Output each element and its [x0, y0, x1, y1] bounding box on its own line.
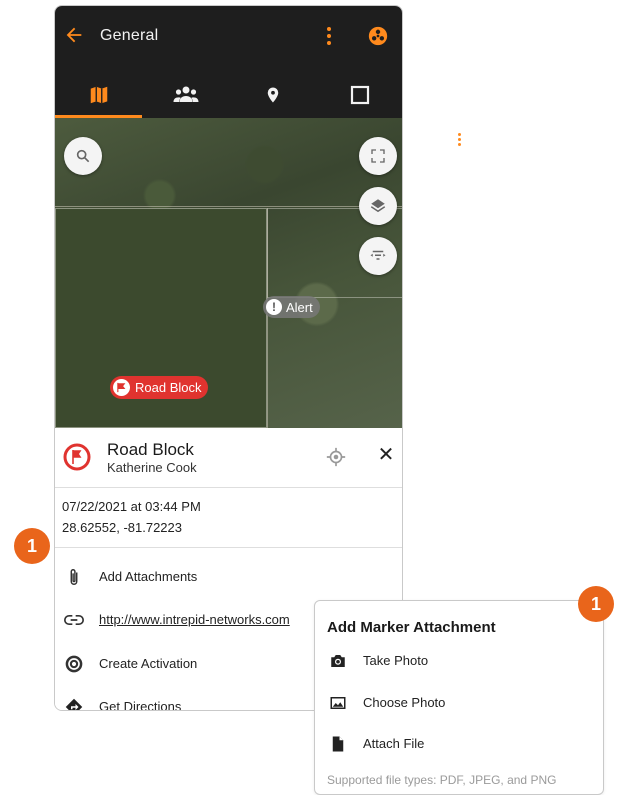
divider	[55, 547, 402, 548]
location-pin-icon	[267, 87, 278, 103]
road-block-marker-label: Road Block	[135, 380, 202, 395]
camera-icon	[331, 655, 345, 667]
tab-map[interactable]	[55, 72, 142, 118]
choose-photo-label: Choose Photo	[363, 695, 446, 710]
alert-marker[interactable]: ! Alert	[263, 296, 320, 318]
attach-file-option[interactable]: Attach File	[315, 729, 603, 759]
road	[267, 208, 268, 428]
tab-teams[interactable]	[142, 72, 229, 118]
people-icon	[173, 86, 198, 102]
arrow-left-icon[interactable]	[63, 24, 85, 46]
biohazard-icon[interactable]	[367, 25, 389, 47]
take-photo-option[interactable]: Take Photo	[315, 646, 603, 676]
tab-bar	[55, 72, 402, 118]
page-title: General	[100, 27, 159, 44]
locate-marker-icon[interactable]	[325, 446, 347, 468]
square-outline-icon	[350, 85, 369, 105]
map-search-button[interactable]	[64, 137, 102, 175]
more-vertical-icon	[456, 133, 462, 151]
map-fullscreen-button[interactable]	[359, 137, 397, 175]
get-directions-label: Get Directions	[99, 699, 182, 711]
file-icon	[332, 736, 344, 752]
map-layers-button[interactable]	[359, 187, 397, 225]
more-vertical-icon[interactable]	[323, 25, 335, 49]
supported-types-note: Supported file types: PDF, JPEG, and PNG	[327, 773, 557, 787]
website-link-label[interactable]: http://www.intrepid-networks.com	[99, 612, 290, 627]
fullscreen-icon	[371, 149, 385, 163]
tab-places[interactable]	[229, 72, 316, 118]
road-block-marker[interactable]: Road Block	[110, 376, 209, 399]
exclamation-icon: !	[266, 299, 282, 315]
create-activation-label: Create Activation	[99, 656, 198, 671]
image-icon	[330, 697, 346, 709]
alert-marker-label: Alert	[286, 299, 313, 315]
target-icon	[63, 653, 85, 675]
layers-icon	[370, 199, 386, 213]
map-view[interactable]: ! Alert	[55, 118, 402, 428]
marker-timestamp: 07/22/2021 at 03:44 PM	[62, 499, 201, 514]
road	[55, 206, 402, 207]
tab-areas[interactable]	[316, 72, 402, 118]
map-filter-button[interactable]	[359, 237, 397, 275]
dialog-title: Add Marker Attachment	[327, 619, 496, 636]
take-photo-label: Take Photo	[363, 653, 429, 668]
marker-header: Road Block Katherine Cook ✕	[55, 428, 402, 488]
add-attachments-button[interactable]: Add Attachments	[55, 559, 402, 593]
link-icon	[63, 609, 85, 631]
app-bar: General	[55, 6, 402, 118]
step-badge: 1	[14, 528, 50, 564]
choose-photo-option[interactable]: Choose Photo	[315, 688, 603, 718]
map-icon	[90, 86, 107, 104]
add-marker-attachment-dialog: Add Marker Attachment Take Photo Choose …	[314, 600, 604, 795]
filter-icon	[370, 250, 386, 260]
marker-title: Road Block	[107, 440, 194, 459]
add-attachments-label: Add Attachments	[99, 569, 198, 584]
toolbar: General	[55, 6, 402, 66]
step-badge: 1	[578, 586, 614, 622]
attach-file-label: Attach File	[363, 736, 425, 751]
road-block-icon	[113, 379, 130, 396]
directions-icon	[63, 696, 85, 710]
marker-author: Katherine Cook	[107, 460, 197, 475]
paperclip-icon	[63, 566, 85, 588]
road-block-icon	[63, 443, 91, 471]
search-icon	[76, 149, 90, 163]
marker-coordinates: 28.62552, -81.72223	[62, 520, 182, 535]
close-icon[interactable]: ✕	[375, 444, 397, 466]
